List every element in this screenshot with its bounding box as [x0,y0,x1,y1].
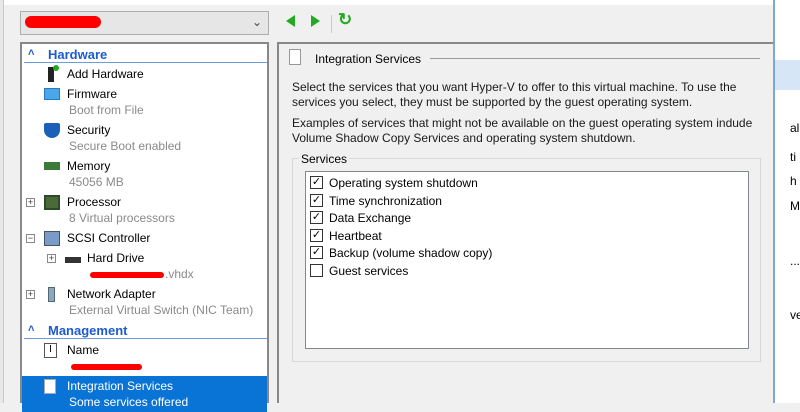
item-title: Name [67,343,100,357]
text-fragment: M [790,199,800,213]
section-label: Management [48,323,128,338]
collapse-icon: ˄ [28,47,35,59]
chevron-down-icon: ⌄ [251,15,262,29]
item-title: SCSI Controller [67,231,151,245]
memory-icon [44,162,60,170]
service-label: Operating system shutdown [329,176,478,190]
processor-icon [44,195,60,210]
description-2: Examples of services that might not be a… [292,116,752,146]
name-icon: I [44,343,57,358]
text-fragment: h [790,174,797,188]
services-group-label: Services [299,152,350,166]
tree-item-security[interactable]: Security Secure Boot enabled [22,120,267,156]
scsi-controller-icon [44,231,60,246]
redacted-vm-name [71,364,142,370]
service-label: Guest services [329,263,409,278]
text-fragment: ... [790,254,800,268]
item-title: Integration Services [67,379,174,393]
integration-services-icon [44,379,56,394]
description-line: services you select, they must be suppor… [292,95,693,109]
item-title: Add Hardware [67,67,144,81]
description-line: Select the services that you want Hyper-… [292,80,737,94]
text-fragment: ve [790,308,800,322]
tree-item-integration-services[interactable]: Integration Services Some services offer… [22,376,267,412]
item-subtitle: .vhdx [165,267,194,281]
item-title: Security [67,123,111,137]
description-line: Examples of services that might not be a… [292,116,753,130]
item-subtitle: External Virtual Switch (NIC Team) [69,303,254,317]
checkbox-checked[interactable]: ✓ [310,211,323,224]
checkbox-checked[interactable]: ✓ [310,176,323,189]
description-1: Select the services that you want Hyper-… [292,80,736,110]
tree-item-name[interactable]: I Name [22,340,267,376]
service-label: Data Exchange [329,211,412,225]
checkbox-unchecked[interactable] [310,263,323,277]
background-window-header [775,60,800,90]
forward-arrow-icon[interactable] [311,15,320,27]
expand-icon[interactable]: + [26,290,35,299]
item-subtitle: Some services offered [69,395,189,409]
redacted-filename [90,272,164,278]
service-label: Time synchronization [329,193,442,208]
expand-icon[interactable]: + [26,198,35,207]
top-strip [0,0,800,5]
tree-item-memory[interactable]: Memory 45056 MB [22,156,267,192]
back-arrow-icon[interactable] [286,15,295,27]
item-title: Network Adapter [67,287,156,301]
item-subtitle: Boot from File [69,103,144,117]
tree-item-hard-drive[interactable]: + Hard Drive .vhdx [22,248,267,284]
settings-tree[interactable]: ˄ Hardware Add Hardware Firmware Boot fr… [20,42,269,412]
monitor-icon [44,88,60,100]
service-label: Backup (volume shadow copy) [329,246,493,260]
checkbox-checked[interactable]: ✓ [310,246,323,259]
integration-services-icon [289,49,301,65]
expand-icon[interactable]: + [47,254,56,263]
text-fragment: al [790,121,800,135]
tree-item-firmware[interactable]: Firmware Boot from File [22,84,267,120]
toolbar-separator [331,15,332,33]
collapse-icon[interactable]: − [26,234,35,243]
tree-item-scsi-controller[interactable]: − SCSI Controller [22,228,267,248]
panel-title: Integration Services [315,52,422,66]
services-list[interactable]: ✓ Operating system shutdown ✓ Time synchro… [305,171,749,349]
service-label: Heartbeat [329,228,382,243]
section-management[interactable]: ˄ Management [24,322,267,339]
add-hardware-icon [48,65,59,82]
tree-item-network-adapter[interactable]: + Network Adapter External Virtual Switc… [22,284,267,320]
checkbox-checked[interactable]: ✓ [310,193,323,207]
item-title: Memory [67,159,111,173]
window-edge [0,0,4,403]
checkbox-checked[interactable]: ✓ [310,228,323,242]
section-label: Hardware [48,47,108,62]
section-hardware[interactable]: ˄ Hardware [24,46,267,63]
background-window: al ti h M ... ve [773,0,800,403]
tree-item-processor[interactable]: + Processor 8 Virtual processors [22,192,267,228]
text-fragment: ti [790,150,796,164]
description-line: Volume Shadow Copy Services and operatin… [292,131,636,145]
title-divider [430,58,760,59]
hard-drive-icon [65,257,81,263]
shield-icon [44,123,60,138]
item-title: Firmware [67,87,117,101]
collapse-icon: ˄ [28,323,35,335]
item-subtitle: 45056 MB [69,175,124,189]
vm-selector-dropdown[interactable]: ⌄ [20,11,269,35]
item-subtitle: 8 Virtual processors [69,211,175,225]
refresh-icon[interactable]: ↻ [338,11,356,29]
network-adapter-icon [48,287,55,302]
item-subtitle: Secure Boot enabled [69,139,182,153]
item-title: Processor [67,195,122,209]
redacted-vm-name [25,16,101,28]
item-title: Hard Drive [87,251,145,265]
